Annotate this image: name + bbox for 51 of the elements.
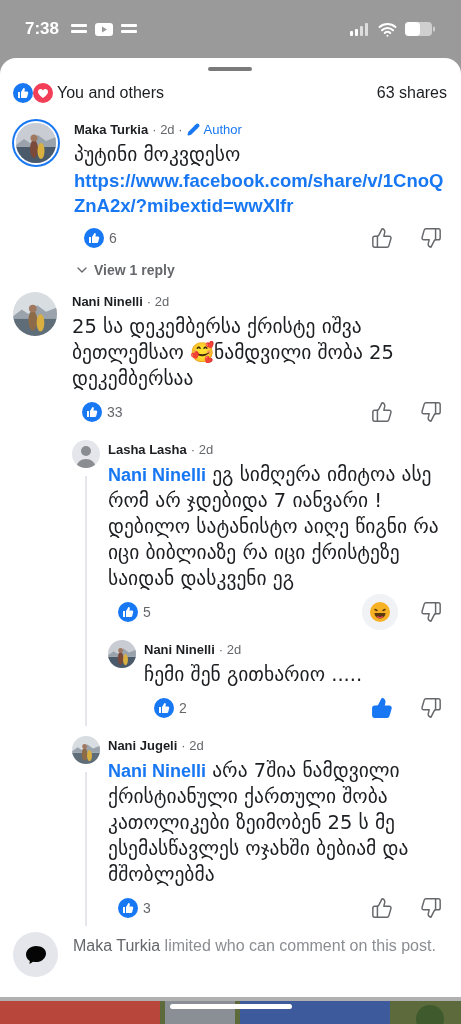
comment-link[interactable]: https://www.facebook.com/share/v/1CnoQZnA2x/?mibextid=wwXIfr <box>74 168 447 218</box>
laughing-emoji-icon <box>369 601 391 623</box>
comment-text: Nani Ninelli არა 7შია ნამდვილი ქრისტიანული ქართული შობა კათოლიკები ზეიმობენ 25 ს მე ესემასწავლეს ოჯახში ბებიამ და მშობლებმა <box>108 758 410 888</box>
comment-time: · 2d <box>181 737 204 753</box>
avatar[interactable] <box>108 640 136 668</box>
author-name[interactable]: Maka Turkia <box>74 121 149 137</box>
like-count: 6 <box>109 230 117 246</box>
app-notification-icon <box>71 23 88 35</box>
drag-handle[interactable] <box>208 67 252 72</box>
avatar[interactable] <box>72 440 100 468</box>
comment-time: · 2d <box>146 293 170 309</box>
shares-count[interactable]: 63 shares <box>376 83 447 102</box>
comment-restriction-notice: Maka Turkia limited who can comment on this post. <box>73 936 436 956</box>
comment-time: · 2d <box>218 641 242 657</box>
like-count: 2 <box>179 700 187 716</box>
like-count: 5 <box>143 604 151 620</box>
comment-text: პუტინი მოკვდესო <box>74 142 242 168</box>
status-time: 7:38 <box>25 19 60 39</box>
like-badge-icon <box>118 898 138 918</box>
like-badge-icon <box>118 602 138 622</box>
reactions-summary[interactable]: You and others <box>57 83 165 102</box>
comment-time: · 2d · <box>152 121 183 137</box>
speech-bubble-icon <box>24 944 47 965</box>
mention-link[interactable]: Nani Ninelli <box>108 761 206 781</box>
like-badge-icon <box>82 402 102 422</box>
avatar[interactable] <box>13 292 57 336</box>
app-notification-icon <box>121 23 138 35</box>
comment-text: Nani Ninelli ეგ სიმღერა იმიტოა ასე რომ არ ჯდებიდა 7 იანვარი ! დებილო სატანისტო აიღე წიგნი რა იცი ბიბლიაზე რა იცი ქრისტეზე საიდან დასკვენი ეგ <box>108 462 440 592</box>
like-badge-icon <box>84 228 104 248</box>
pencil-icon <box>186 122 200 136</box>
like-reaction-icon <box>13 82 33 103</box>
mention-link[interactable]: Nani Ninelli <box>108 465 206 485</box>
author-label: Author <box>203 121 242 137</box>
like-count: 33 <box>107 404 123 420</box>
author-name[interactable]: Lasha Lasha <box>108 441 187 457</box>
author-name[interactable]: Nani Jugeli <box>108 737 178 753</box>
comment-time: · 2d <box>190 441 214 457</box>
like-badge-icon <box>154 698 174 718</box>
comment-text: ჩემი შენ გითხარიო ..... <box>144 662 364 688</box>
heart-reaction-icon <box>33 82 53 103</box>
author-name[interactable]: Nani Ninelli <box>144 641 215 657</box>
person-silhouette-icon <box>72 440 100 468</box>
reaction-button[interactable] <box>362 594 398 630</box>
signal-icon <box>350 22 370 36</box>
like-count: 3 <box>143 900 151 916</box>
avatar[interactable] <box>72 736 100 764</box>
view-replies-link[interactable]: View 1 reply <box>74 262 175 278</box>
video-play-icon <box>95 22 114 36</box>
author-name[interactable]: Nani Ninelli <box>72 293 143 309</box>
battery-icon <box>405 22 435 36</box>
comment-text: 25 სა დეკემბერსა ქრისტე იშვა ბეთლემსაო 🥰ნამდვილი შობა 25 დეკემბერსაა <box>72 314 395 392</box>
